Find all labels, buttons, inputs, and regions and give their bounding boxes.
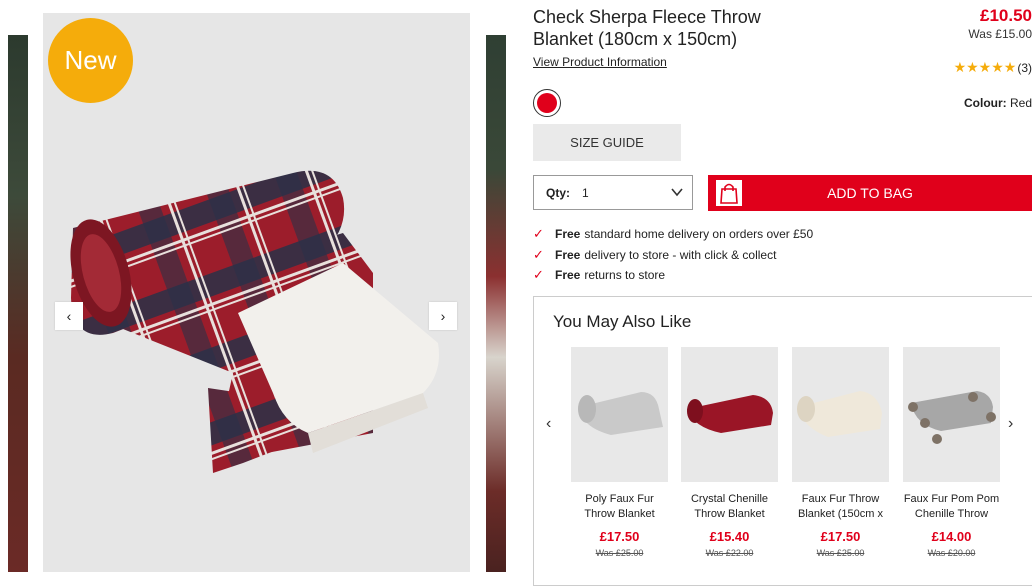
gallery-prev-button[interactable]: ‹ — [55, 302, 83, 330]
quantity-select[interactable]: Qty: 1 — [533, 175, 693, 210]
product-title: Check Sherpa Fleece Throw Blanket (180cm… — [533, 7, 761, 49]
colour-label-value: Red — [1009, 96, 1032, 110]
colour-label: Colour: Red — [964, 96, 1032, 110]
chevron-right-icon: › — [440, 308, 446, 324]
price-block: £10.50 Was £15.00 — [912, 6, 1032, 42]
price-now: £10.50 — [980, 6, 1032, 25]
prev-image-preview[interactable] — [8, 35, 28, 572]
size-guide-button[interactable]: SIZE GUIDE — [533, 124, 681, 161]
qty-label: Qty: — [546, 185, 570, 200]
next-image-preview[interactable] — [486, 35, 506, 572]
reco-price: £17.50 — [599, 529, 640, 544]
reco-card[interactable]: Crystal Chenille Throw Blanket £15.40 Wa… — [681, 347, 778, 558]
check-icon: ✓ — [533, 246, 544, 262]
chevron-left-icon: ‹ — [66, 308, 72, 324]
shopping-bag-icon — [716, 180, 742, 206]
add-to-bag-label: ADD TO BAG — [827, 185, 913, 201]
reco-price: £15.40 — [709, 529, 750, 544]
delivery-perks: ✓ Free standard home delivery on orders … — [533, 224, 813, 286]
add-to-bag-button[interactable]: ADD TO BAG — [708, 175, 1032, 211]
perk-item: ✓ Free returns to store — [533, 265, 813, 286]
check-icon: ✓ — [533, 226, 544, 241]
reco-name[interactable]: Faux Fur Throw Blanket (150cm x — [792, 492, 889, 522]
red-throw-icon — [687, 395, 773, 433]
reco-thumb-red-throw[interactable] — [681, 347, 778, 482]
qty-value: 1 — [582, 185, 589, 200]
star-rating-icon: ★★★★★ — [953, 59, 1017, 75]
perk-text: delivery to store - with click & collect — [584, 247, 777, 262]
perk-text: returns to store — [584, 268, 666, 282]
swatch-dot — [537, 93, 557, 113]
check-icon: ✓ — [533, 267, 544, 282]
gallery-next-button[interactable]: › — [429, 302, 457, 330]
perk-text: standard home delivery on orders over £5… — [584, 227, 814, 241]
reco-name[interactable]: Faux Fur Pom Pom Chenille Throw — [903, 492, 1000, 522]
reco-was-price: Was £25.00 — [595, 548, 644, 558]
reco-name[interactable]: Poly Faux Fur Throw Blanket — [571, 492, 668, 522]
reco-was-price: Was £25.00 — [816, 548, 865, 558]
reco-name[interactable]: Crystal Chenille Throw Blanket — [681, 492, 778, 522]
perk-bold: Free — [555, 247, 581, 262]
rating-count: (3) — [1017, 60, 1032, 75]
reco-card[interactable]: Faux Fur Throw Blanket (150cm x £17.50 W… — [792, 347, 889, 558]
new-badge: New — [48, 18, 133, 103]
rating[interactable]: ★★★★★ (3) — [954, 59, 1032, 76]
perk-item: ✓ Free delivery to store - with click & … — [533, 245, 813, 266]
reco-card[interactable]: Faux Fur Pom Pom Chenille Throw £14.00 W… — [903, 347, 1000, 558]
reco-prev-button[interactable]: ‹ — [546, 415, 551, 433]
reco-price: £14.00 — [931, 529, 972, 544]
reco-thumb-pompom-throw[interactable] — [903, 347, 1000, 482]
grey-pompom-throw-icon — [908, 391, 996, 444]
cream-throw-icon — [797, 391, 882, 437]
reco-was-price: Was £20.00 — [927, 548, 976, 558]
perk-bold: Free — [555, 227, 581, 241]
perk-item: ✓ Free standard home delivery on orders … — [533, 224, 813, 245]
reco-price: £17.50 — [820, 529, 861, 544]
grey-throw-icon — [578, 392, 663, 435]
reco-title: You May Also Like — [553, 312, 692, 331]
perk-bold: Free — [555, 268, 581, 282]
reco-was-price: Was £22.00 — [705, 548, 754, 558]
reco-card[interactable]: Poly Faux Fur Throw Blanket £17.50 Was £… — [571, 347, 668, 558]
price-was: Was £15.00 — [968, 27, 1032, 41]
reco-thumb-grey-throw[interactable] — [571, 347, 668, 482]
colour-swatch-red[interactable] — [533, 89, 561, 117]
chevron-down-icon — [671, 188, 683, 197]
colour-label-key: Colour: — [963, 96, 1007, 110]
reco-next-button[interactable]: › — [1008, 415, 1013, 433]
reco-thumb-cream-throw[interactable] — [792, 347, 889, 482]
view-product-info-link[interactable]: View Product Information — [533, 55, 667, 69]
you-may-also-like-panel: You May Also Like ‹ › Poly Faux Fur Thro… — [533, 296, 1032, 586]
